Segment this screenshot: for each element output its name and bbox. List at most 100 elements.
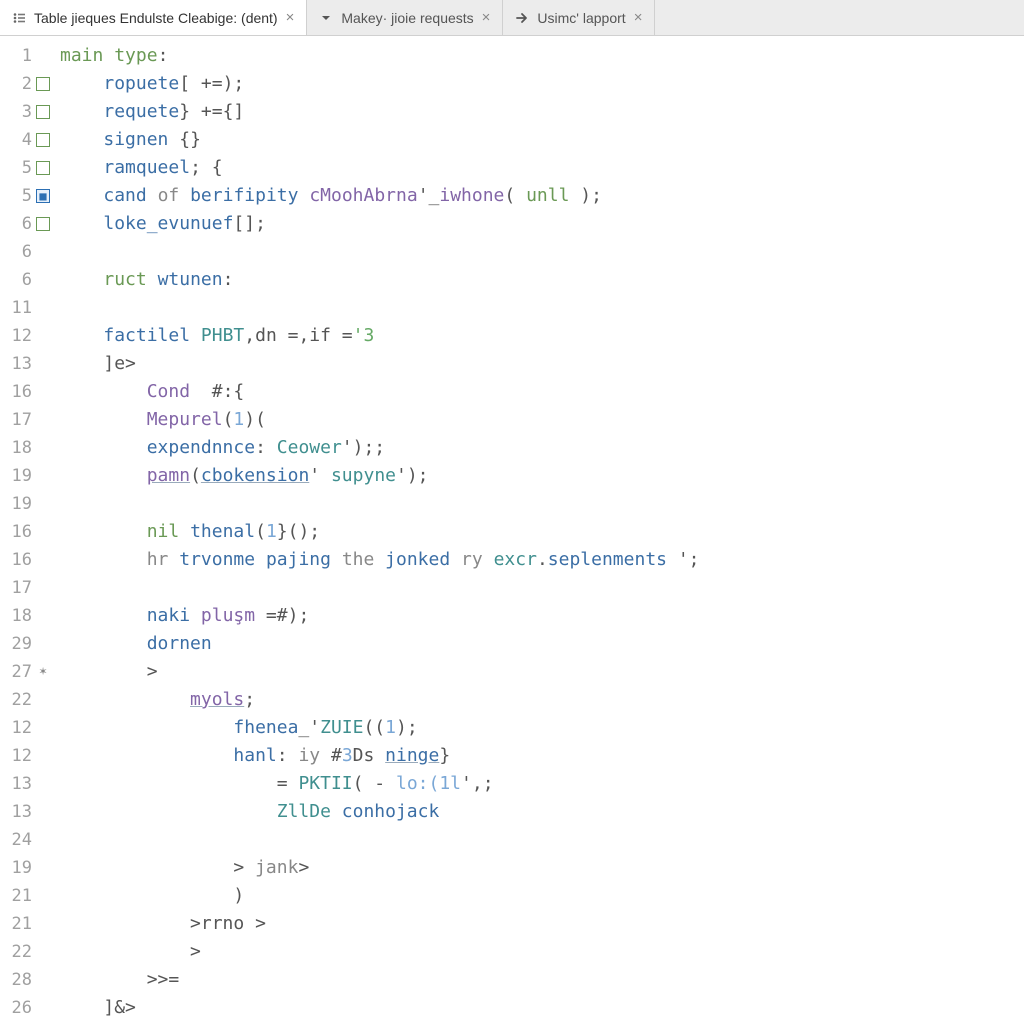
gutter: 123455■6661112131617181919161617182927✶2… (0, 36, 56, 1024)
token: wtunen (158, 269, 223, 290)
line-number: 19 (0, 462, 50, 490)
line-number: 16 (0, 518, 50, 546)
line-number: 6 (0, 210, 50, 238)
token: =#); (255, 605, 309, 626)
code-line[interactable]: ruct wtunen: (60, 266, 1024, 294)
token (179, 521, 190, 542)
code-line[interactable]: nil thenal(1}(); (60, 518, 1024, 546)
token: . (537, 549, 548, 570)
tab-2[interactable]: Usimc' lapport× (503, 0, 655, 35)
token (450, 549, 461, 570)
token: ) (233, 885, 244, 906)
code-line[interactable]: ]e> (60, 350, 1024, 378)
token: PKTII (298, 773, 352, 794)
token: _' (298, 717, 320, 738)
token: ruct (103, 269, 146, 290)
code-line[interactable]: ) (60, 882, 1024, 910)
code-line[interactable]: main type: (60, 42, 1024, 70)
token: supyne (331, 465, 396, 486)
tab-bar: Table jieques Endulste Cleabige: (dent) ×… (0, 0, 1024, 36)
gutter-marker-icon (36, 77, 50, 91)
code-line[interactable]: ]&> (60, 994, 1024, 1022)
tab-icon-bullets (12, 11, 26, 25)
token: ]&> (103, 997, 136, 1018)
token: PHBT (201, 325, 244, 346)
token: hr (147, 549, 169, 570)
code-line[interactable]: >>= (60, 966, 1024, 994)
code-line[interactable]: requete} +={] (60, 98, 1024, 126)
code-line[interactable]: loke_evunuef[]; (60, 210, 1024, 238)
code-line[interactable]: fhenea_'ZUIE((1); (60, 714, 1024, 742)
line-number: 12 (0, 322, 50, 350)
close-icon[interactable]: × (634, 10, 643, 25)
token: '); (396, 465, 429, 486)
token: ninge (385, 745, 439, 766)
line-number: 22 (0, 686, 50, 714)
token: ZUIE (320, 717, 363, 738)
token: '_ (418, 185, 440, 206)
line-number: 12 (0, 714, 50, 742)
code-line[interactable]: cand of berifipity cMoohAbrna'_iwhone( u… (60, 182, 1024, 210)
line-number: 21 (0, 910, 50, 938)
line-number: 13 (0, 350, 50, 378)
line-number: 5■ (0, 182, 50, 210)
token: ( (255, 521, 266, 542)
code-line[interactable] (60, 238, 1024, 266)
code-line[interactable] (60, 574, 1024, 602)
token (190, 605, 201, 626)
gutter-marker-icon: ✶ (36, 665, 50, 679)
token: trvonme (179, 549, 255, 570)
code-line[interactable]: > (60, 658, 1024, 686)
line-number: 5 (0, 154, 50, 182)
code-line[interactable]: >rrno > (60, 910, 1024, 938)
tab-label: Table jieques Endulste Cleabige: (dent) (34, 10, 278, 26)
code-line[interactable]: pamn(cbokension' supyne'); (60, 462, 1024, 490)
code-line[interactable]: > (60, 938, 1024, 966)
token: '3 (353, 325, 375, 346)
code-line[interactable] (60, 490, 1024, 518)
token: cand (103, 185, 146, 206)
tab-1[interactable]: Makey· jioie requests× (307, 0, 503, 35)
code-line[interactable]: = PKTII( - lo:(1l',; (60, 770, 1024, 798)
tab-0[interactable]: Table jieques Endulste Cleabige: (dent) × (0, 0, 307, 35)
token: >rrno > (190, 913, 266, 934)
code-line[interactable]: > jank> (60, 854, 1024, 882)
token: > (298, 857, 309, 878)
token (298, 185, 309, 206)
gutter-marker-icon (36, 217, 50, 231)
code-line[interactable] (60, 826, 1024, 854)
code-line[interactable]: myols; (60, 686, 1024, 714)
code-line[interactable]: factilel PHBT,dn =,if ='3 (60, 322, 1024, 350)
code-line[interactable]: Mepurel(1)( (60, 406, 1024, 434)
token: myols (190, 689, 244, 710)
token: berifipity (190, 185, 298, 206)
code-area[interactable]: main type: ropuete[ +=); requete} +={] s… (56, 36, 1024, 1024)
token (255, 549, 266, 570)
line-number: 27✶ (0, 658, 50, 686)
code-editor[interactable]: 123455■6661112131617181919161617182927✶2… (0, 36, 1024, 1024)
token: ; { (190, 157, 223, 178)
token: requete (103, 101, 179, 122)
code-line[interactable]: expendnnce: Ceower');; (60, 434, 1024, 462)
code-line[interactable]: ZllDe conhojack (60, 798, 1024, 826)
token: (( (363, 717, 385, 738)
token: ]e> (103, 353, 136, 374)
token (190, 325, 201, 346)
code-line[interactable] (60, 294, 1024, 322)
code-line[interactable]: Cond #:{ (60, 378, 1024, 406)
code-line[interactable]: ropuete[ +=); (60, 70, 1024, 98)
token: ry (461, 549, 483, 570)
token (147, 185, 158, 206)
code-line[interactable]: hr trvonme pajing the jonked ry excr.sep… (60, 546, 1024, 574)
close-icon[interactable]: × (482, 10, 491, 25)
code-line[interactable]: naki pluşm =#); (60, 602, 1024, 630)
token: ( (223, 409, 234, 430)
token: Ceower (277, 437, 342, 458)
token: nil (147, 521, 180, 542)
code-line[interactable]: dornen (60, 630, 1024, 658)
code-line[interactable]: signen {} (60, 126, 1024, 154)
line-number: 28 (0, 966, 50, 994)
code-line[interactable]: hanl: iy #3Ds ninge} (60, 742, 1024, 770)
close-icon[interactable]: × (286, 10, 295, 25)
code-line[interactable]: ramqueel; { (60, 154, 1024, 182)
